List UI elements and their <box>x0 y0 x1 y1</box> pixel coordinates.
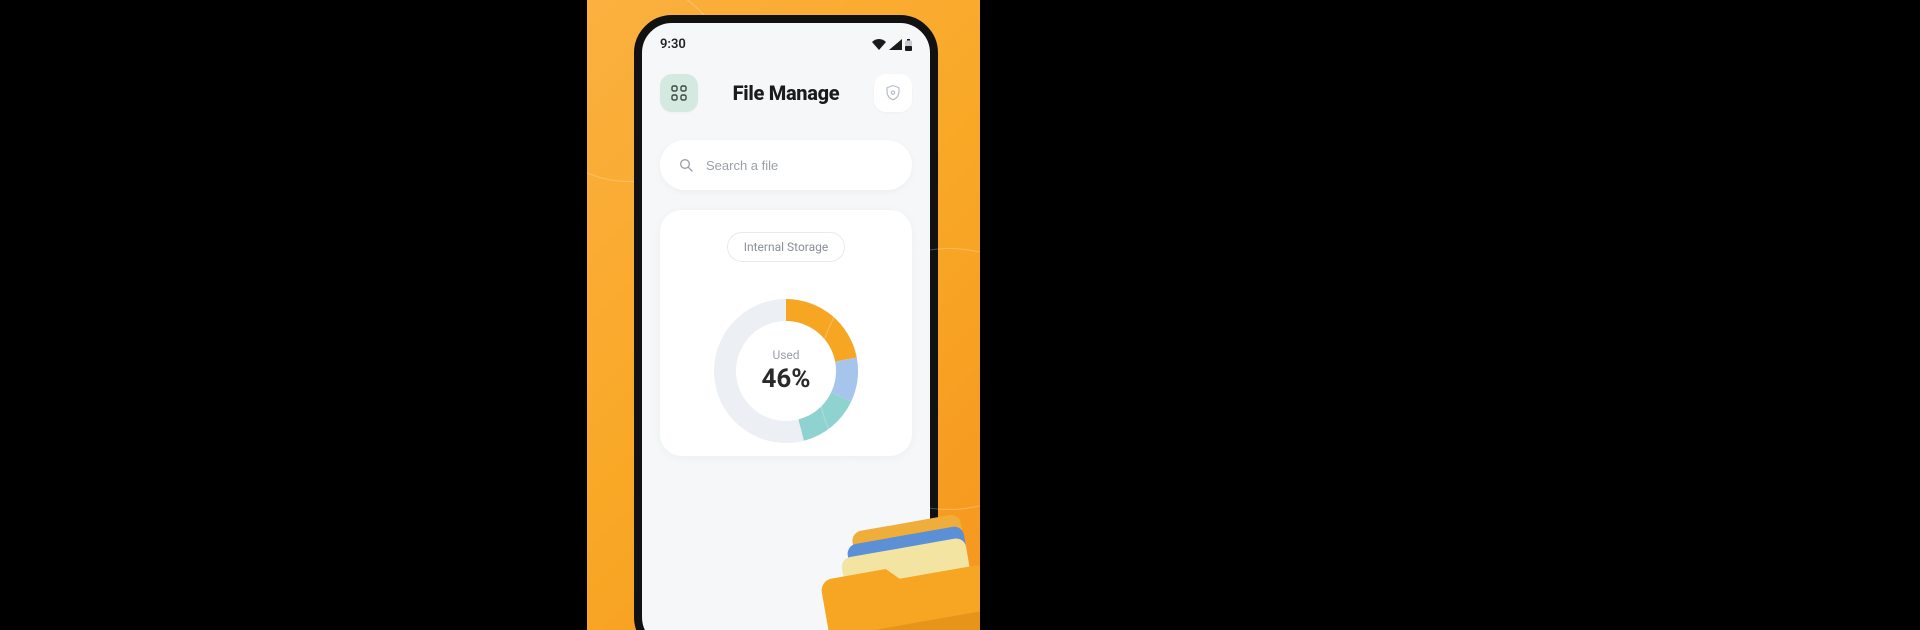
signal-icon <box>889 39 902 50</box>
wifi-icon <box>872 39 886 50</box>
battery-icon <box>905 39 912 51</box>
used-percentage: 46% <box>761 364 810 394</box>
search-bar[interactable] <box>660 140 912 190</box>
page-title: File Manage <box>733 81 840 105</box>
menu-grid-button[interactable] <box>660 74 698 112</box>
status-icons <box>872 39 912 51</box>
shield-icon <box>884 84 902 102</box>
app-header: File Manage <box>642 58 930 122</box>
storage-card: Internal Storage Used <box>660 210 912 456</box>
search-icon <box>678 157 694 173</box>
donut-center: Used 46% <box>701 286 871 456</box>
status-time: 9:30 <box>660 37 686 52</box>
status-bar: 9:30 <box>642 23 930 58</box>
phone-frame: 9:30 File Manage <box>634 15 938 630</box>
storage-donut-chart: Used 46% <box>701 286 871 456</box>
storage-chip[interactable]: Internal Storage <box>727 232 846 262</box>
used-label: Used <box>772 348 799 362</box>
security-button[interactable] <box>874 74 912 112</box>
search-input[interactable] <box>706 158 894 173</box>
grid-icon <box>671 85 687 101</box>
promo-background: 9:30 File Manage <box>587 0 980 630</box>
